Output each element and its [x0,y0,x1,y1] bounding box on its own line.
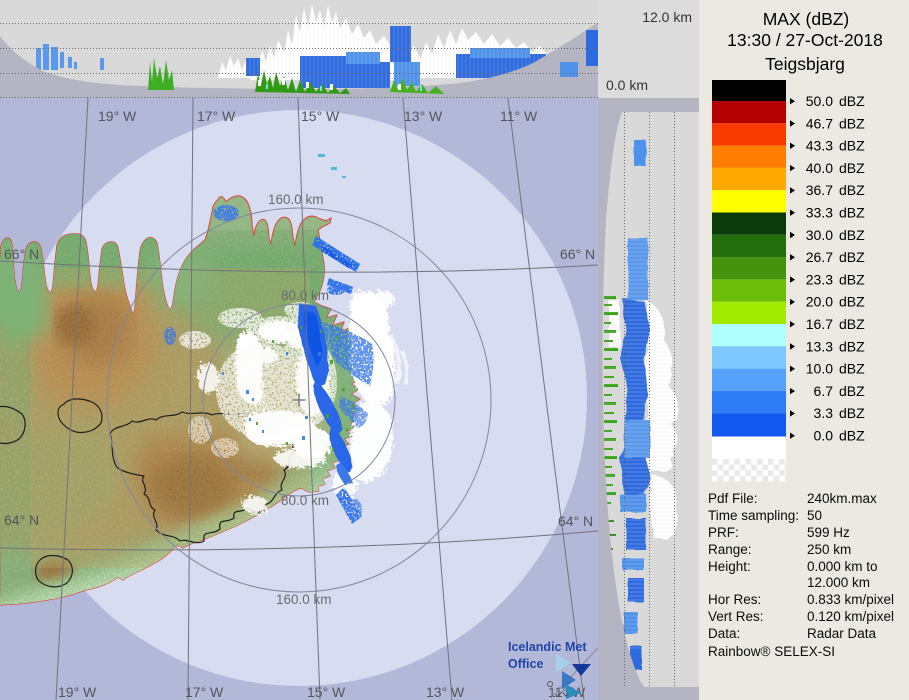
svg-text:17° W: 17° W [185,684,224,700]
svg-text:15° W: 15° W [301,108,340,124]
svg-text:43.3: 43.3 [806,138,833,154]
svg-text:33.3: 33.3 [806,205,833,221]
svg-text:66° N: 66° N [560,246,595,262]
svg-text:6.7: 6.7 [814,383,834,399]
svg-text:MAX (dBZ): MAX (dBZ) [763,9,850,29]
svg-text:Office: Office [508,657,543,671]
svg-text:64° N: 64° N [558,513,593,529]
svg-text:13.3: 13.3 [806,338,833,354]
svg-text:dBZ: dBZ [839,93,865,109]
svg-text:Time sampling:: Time sampling: [708,508,799,523]
svg-text:dBZ: dBZ [839,227,865,243]
svg-text:19° W: 19° W [98,108,137,124]
svg-text:36.7: 36.7 [806,182,833,198]
svg-text:20.0: 20.0 [806,294,833,310]
svg-text:11° W: 11° W [500,108,538,124]
svg-text:dBZ: dBZ [839,428,865,444]
svg-text:250 km: 250 km [807,542,851,557]
svg-text:0.120 km/pixel: 0.120 km/pixel [807,609,894,624]
svg-text:46.7: 46.7 [806,115,833,131]
svg-text:10.0: 10.0 [806,361,833,377]
svg-text:Teigsbjarg: Teigsbjarg [765,54,845,74]
svg-text:Vert Res:: Vert Res: [708,609,764,624]
svg-text:26.7: 26.7 [806,249,833,265]
svg-text:Data:: Data: [708,626,740,641]
svg-text:dBZ: dBZ [839,138,865,154]
svg-text:Radar Data: Radar Data [807,626,877,641]
svg-text:dBZ: dBZ [839,271,865,287]
svg-text:0.000 km to: 0.000 km to [807,559,878,574]
svg-text:17° W: 17° W [197,108,236,124]
svg-text:12.000 km: 12.000 km [807,575,870,590]
svg-text:30.0: 30.0 [806,227,833,243]
svg-text:PRF:: PRF: [708,525,739,540]
svg-text:80.0 km: 80.0 km [281,493,329,508]
svg-text:50: 50 [807,508,822,523]
svg-text:13:30 / 27-Oct-2018: 13:30 / 27-Oct-2018 [727,30,883,50]
svg-text:160.0 km: 160.0 km [276,592,332,607]
svg-text:13° W: 13° W [404,108,443,124]
svg-text:dBZ: dBZ [839,338,865,354]
svg-text:Icelandic Met: Icelandic Met [508,640,587,654]
svg-text:50.0: 50.0 [806,93,833,109]
svg-text:dBZ: dBZ [839,160,865,176]
svg-text:66° N: 66° N [4,246,39,262]
svg-text:dBZ: dBZ [839,294,865,310]
svg-text:0.0 km: 0.0 km [606,77,648,93]
svg-text:16.7: 16.7 [806,316,833,332]
svg-text:Pdf File:: Pdf File: [708,491,758,506]
svg-text:dBZ: dBZ [839,316,865,332]
svg-text:dBZ: dBZ [839,405,865,421]
svg-text:23.3: 23.3 [806,271,833,287]
svg-text:Hor Res:: Hor Res: [708,592,761,607]
svg-text:dBZ: dBZ [839,361,865,377]
svg-text:12.0 km: 12.0 km [642,9,692,25]
svg-text:dBZ: dBZ [839,205,865,221]
svg-text:40.0: 40.0 [806,160,833,176]
svg-text:240km.max: 240km.max [807,491,877,506]
svg-text:599 Hz: 599 Hz [807,525,850,540]
svg-text:19° W: 19° W [58,684,97,700]
svg-text:dBZ: dBZ [839,115,865,131]
svg-text:dBZ: dBZ [839,383,865,399]
svg-text:dBZ: dBZ [839,249,865,265]
svg-text:Rainbow® SELEX-SI: Rainbow® SELEX-SI [708,644,835,659]
svg-text:3.3: 3.3 [814,405,834,421]
svg-text:0.833 km/pixel: 0.833 km/pixel [807,592,894,607]
svg-text:64° N: 64° N [4,512,39,528]
svg-text:160.0 km: 160.0 km [268,192,324,207]
svg-text:80.0 km: 80.0 km [281,288,329,303]
svg-text:dBZ: dBZ [839,182,865,198]
svg-text:15° W: 15° W [307,684,346,700]
svg-text:13° W: 13° W [426,684,465,700]
svg-text:Range:: Range: [708,542,752,557]
svg-text:0.0: 0.0 [814,428,834,444]
svg-text:Height:: Height: [708,559,751,574]
